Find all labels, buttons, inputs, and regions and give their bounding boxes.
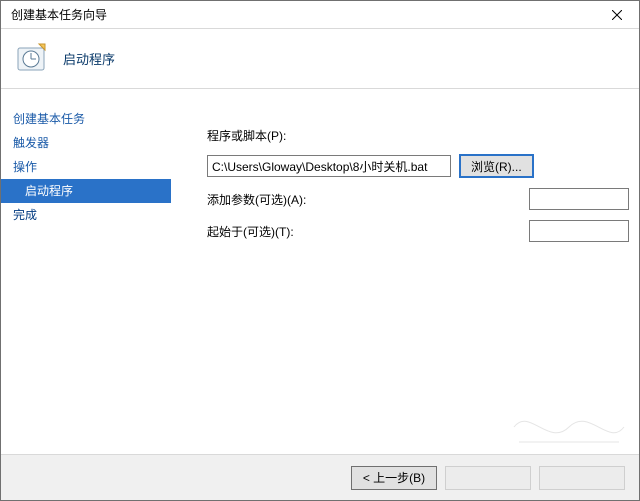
args-input[interactable] (529, 188, 629, 210)
back-button[interactable]: < 上一步(B) (351, 466, 437, 490)
startin-label: 起始于(可选)(T): (207, 223, 397, 240)
script-label: 程序或脚本(P): (207, 127, 337, 144)
program-icon (15, 42, 49, 76)
cancel-button-ghost (539, 466, 625, 490)
sidebar-item-action[interactable]: 操作 (1, 155, 171, 179)
titlebar: 创建基本任务向导 (1, 1, 639, 29)
script-label-row: 程序或脚本(P): (207, 127, 629, 144)
browse-button[interactable]: 浏览(R)... (459, 154, 534, 178)
sidebar-item-create-task[interactable]: 创建基本任务 (1, 107, 171, 131)
sidebar-item-finish[interactable]: 完成 (1, 203, 171, 227)
args-label: 添加参数(可选)(A): (207, 191, 397, 208)
args-row: 添加参数(可选)(A): (207, 188, 629, 210)
startin-row: 起始于(可选)(T): (207, 220, 629, 242)
startin-input[interactable] (529, 220, 629, 242)
script-input[interactable] (207, 155, 451, 177)
wizard-content: 程序或脚本(P): 浏览(R)... 添加参数(可选)(A): 起始于(可选)(… (171, 89, 639, 454)
window-title: 创建基本任务向导 (11, 6, 107, 23)
script-input-wrap: 浏览(R)... (207, 154, 534, 178)
wizard-body: 创建基本任务 触发器 操作 启动程序 完成 程序或脚本(P): 浏览(R)...… (1, 89, 639, 454)
wizard-sidebar: 创建基本任务 触发器 操作 启动程序 完成 (1, 89, 171, 454)
close-icon (612, 10, 622, 20)
sidebar-item-trigger[interactable]: 触发器 (1, 131, 171, 155)
wizard-footer: < 上一步(B) (1, 454, 639, 500)
wizard-header: 启动程序 (1, 29, 639, 89)
next-button-ghost (445, 466, 531, 490)
wizard-window: 创建基本任务向导 启动程序 创建基本任务 触发器 操作 启动程序 完成 (0, 0, 640, 501)
script-input-row: 浏览(R)... (207, 154, 629, 178)
sidebar-item-start-program[interactable]: 启动程序 (1, 179, 171, 203)
wizard-header-title: 启动程序 (63, 49, 115, 68)
close-button[interactable] (595, 1, 639, 29)
